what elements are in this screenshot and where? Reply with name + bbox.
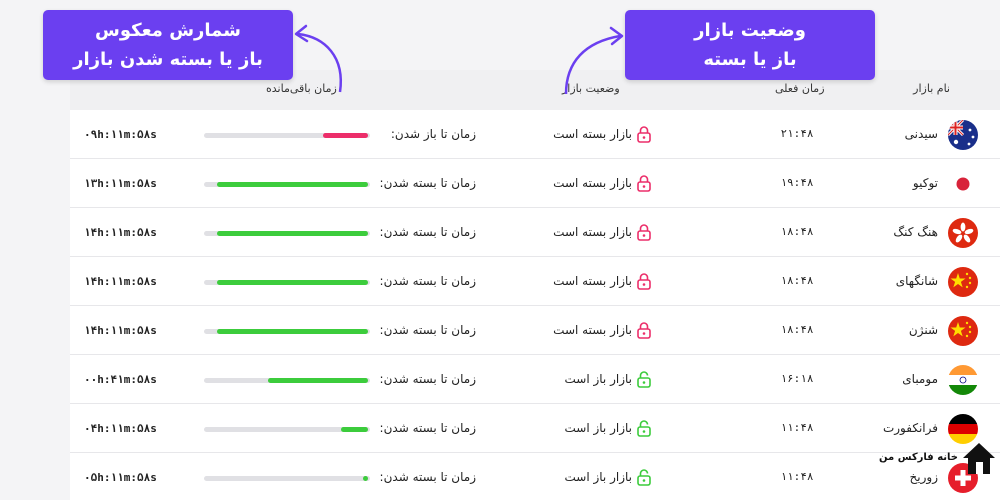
countdown-progress-bar xyxy=(204,280,370,285)
time-remaining: ۰۰h:۴۱m:۵۸s xyxy=(84,373,157,386)
table-row[interactable]: زوریخ ۱۱:۴۸ بازار باز است زمان تا بسته شدن:… xyxy=(70,453,1000,500)
table-row[interactable]: هنگ کنگ ۱۸:۴۸ بازار بسته است زمان تا بسته ش… xyxy=(70,208,1000,257)
table-row[interactable]: مومبای ۱۶:۱۸ بازار باز است زمان تا بسته شدن… xyxy=(70,355,1000,404)
market-name: توکیو xyxy=(912,176,938,190)
countdown-label: زمان تا بسته شدن: xyxy=(379,323,476,337)
market-status: بازار باز است xyxy=(564,421,632,435)
table-row[interactable]: فرانکفورت ۱۱:۴۸ بازار باز است زمان تا بسته … xyxy=(70,404,1000,453)
countdown-progress-fill xyxy=(217,231,368,236)
current-time: ۱۹:۴۸ xyxy=(780,176,814,189)
market-status: بازار بسته است xyxy=(553,225,632,239)
flag-japan-icon xyxy=(948,169,978,199)
header-current-time: زمان فعلی xyxy=(775,82,825,95)
countdown-label: زمان تا بسته شدن: xyxy=(379,176,476,190)
header-market-name: نام بازار xyxy=(913,82,950,95)
market-hours-table: نام بازار زمان فعلی وضعیت بازار زمان باق… xyxy=(70,70,1000,500)
current-time: ۱۱:۴۸ xyxy=(780,421,814,434)
lock-icon xyxy=(636,125,652,143)
lock-icon xyxy=(636,223,652,241)
countdown-progress-fill xyxy=(323,133,368,138)
flag-china-icon xyxy=(948,267,978,297)
table-row[interactable]: توکیو ۱۹:۴۸ بازار بسته است زمان تا بسته شدن… xyxy=(70,159,1000,208)
market-status: بازار بسته است xyxy=(553,274,632,288)
countdown-label: زمان تا بسته شدن: xyxy=(379,225,476,239)
countdown-progress-fill xyxy=(363,476,368,481)
table-row[interactable]: سیدنی ۲۱:۴۸ بازار بسته است زمان تا باز شدن:… xyxy=(70,110,1000,159)
table-row[interactable]: شانگهای ۱۸:۴۸ بازار بسته است زمان تا بسته ش… xyxy=(70,257,1000,306)
lock-icon xyxy=(636,321,652,339)
market-name: مومبای xyxy=(902,372,938,386)
lock-icon xyxy=(636,272,652,290)
curved-arrow-icon xyxy=(564,26,624,95)
countdown-progress-fill xyxy=(217,182,368,187)
current-time: ۱۸:۴۸ xyxy=(780,323,814,336)
market-status: بازار بسته است xyxy=(553,323,632,337)
market-name: هنگ کنگ xyxy=(893,225,938,239)
callout-status-title: وضعیت بازار xyxy=(694,20,806,41)
flag-australia-icon xyxy=(948,120,978,150)
current-time: ۱۱:۴۸ xyxy=(780,470,814,483)
current-time: ۲۱:۴۸ xyxy=(780,127,814,140)
countdown-label: زمان تا بسته شدن: xyxy=(379,372,476,386)
countdown-progress-bar xyxy=(204,427,370,432)
time-remaining: ۰۴h:۱۱m:۵۸s xyxy=(84,422,157,435)
current-time: ۱۸:۴۸ xyxy=(780,274,814,287)
current-time: ۱۸:۴۸ xyxy=(780,225,814,238)
market-status: بازار بسته است xyxy=(553,176,632,190)
countdown-label: زمان تا بسته شدن: xyxy=(379,274,476,288)
countdown-progress-fill xyxy=(217,280,368,285)
countdown-progress-fill xyxy=(217,329,368,334)
countdown-progress-fill xyxy=(268,378,368,383)
countdown-progress-fill xyxy=(341,427,368,432)
curved-arrow-icon xyxy=(294,24,343,93)
market-name: شانگهای xyxy=(895,274,938,288)
table-row[interactable]: شنژن ۱۸:۴۸ بازار بسته است زمان تا بسته شدن:… xyxy=(70,306,1000,355)
time-remaining: ۱۴h:۱۱m:۵۸s xyxy=(84,275,157,288)
time-remaining: ۱۳h:۱۱m:۵۸s xyxy=(84,177,157,190)
market-status: بازار باز است xyxy=(564,470,632,484)
lock-icon xyxy=(636,174,652,192)
countdown-progress-bar xyxy=(204,329,370,334)
brand-logo-icon xyxy=(963,443,995,474)
countdown-label: زمان تا بسته شدن: xyxy=(379,421,476,435)
callout-market-status: وضعیت بازار باز یا بسته xyxy=(625,10,875,80)
countdown-progress-bar xyxy=(204,378,370,383)
countdown-label: زمان تا بسته شدن: xyxy=(379,470,476,484)
time-remaining: ۱۴h:۱۱m:۵۸s xyxy=(84,324,157,337)
unlock-icon xyxy=(636,370,652,388)
unlock-icon xyxy=(636,419,652,437)
market-name: سیدنی xyxy=(904,127,938,141)
callout-status-subtitle: باز یا بسته xyxy=(703,49,797,70)
market-name: شنژن xyxy=(908,323,938,337)
flag-hongkong-icon xyxy=(948,218,978,248)
countdown-progress-bar xyxy=(204,476,370,481)
flag-china-icon xyxy=(948,316,978,346)
callout-countdown-subtitle: باز یا بسته شدن بازار xyxy=(73,49,263,70)
callout-countdown: شمارش معکوس باز یا بسته شدن بازار xyxy=(43,10,293,80)
callout-countdown-title: شمارش معکوس xyxy=(95,20,241,41)
market-status: بازار باز است xyxy=(564,372,632,386)
market-name: فرانکفورت xyxy=(882,421,938,435)
time-remaining: ۱۴h:۱۱m:۵۸s xyxy=(84,226,157,239)
brand-name: خانه فارکس من xyxy=(879,452,958,463)
countdown-progress-bar xyxy=(204,133,370,138)
countdown-progress-bar xyxy=(204,182,370,187)
unlock-icon xyxy=(636,468,652,486)
flag-india-icon xyxy=(948,365,978,395)
countdown-label: زمان تا باز شدن: xyxy=(390,127,476,141)
market-status: بازار بسته است xyxy=(553,127,632,141)
time-remaining: ۰۹h:۱۱m:۵۸s xyxy=(84,128,157,141)
brand-logo: خانه فارکس من xyxy=(868,440,998,500)
current-time: ۱۶:۱۸ xyxy=(780,372,814,385)
time-remaining: ۰۵h:۱۱m:۵۸s xyxy=(84,471,157,484)
countdown-progress-bar xyxy=(204,231,370,236)
